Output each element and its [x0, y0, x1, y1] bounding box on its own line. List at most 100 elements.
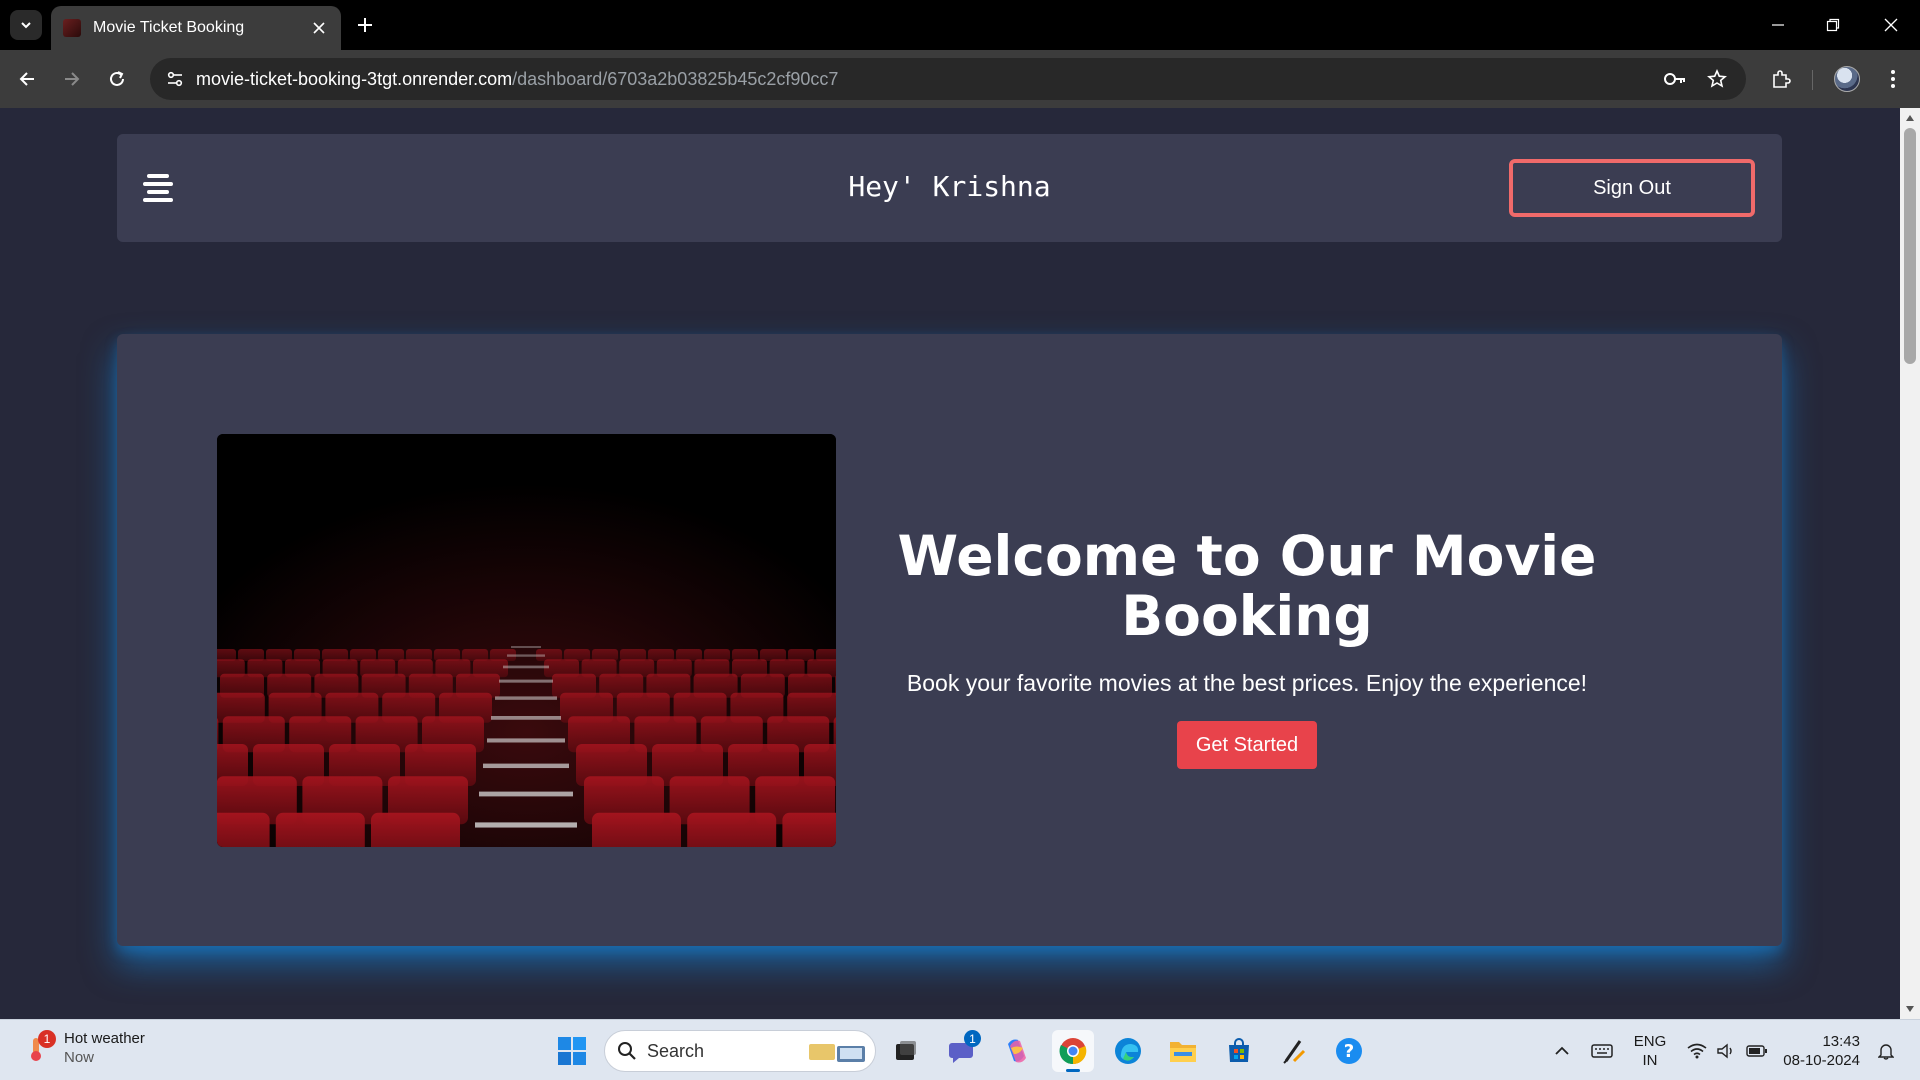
back-button[interactable]: [10, 62, 44, 96]
site-favicon-icon: [63, 19, 81, 37]
url-text: movie-ticket-booking-3tgt.onrender.com/d…: [196, 69, 838, 90]
seat-shape: [371, 812, 460, 847]
language-code: ENG: [1633, 1033, 1667, 1050]
task-view-button[interactable]: [885, 1030, 927, 1072]
weather-subtitle: Now: [64, 1049, 95, 1066]
help-icon: ?: [1336, 1038, 1362, 1064]
clock-date: 08-10-2024: [1783, 1052, 1860, 1069]
aisle-step-light: [507, 654, 545, 657]
wifi-icon: [1687, 1043, 1707, 1059]
scroll-thumb[interactable]: [1904, 128, 1916, 364]
seat-shape: [592, 812, 681, 847]
cinema-seats-image: [217, 434, 836, 847]
puzzle-icon: [1773, 70, 1791, 88]
scroll-up-button[interactable]: [1904, 112, 1916, 124]
aisle-step-light: [483, 763, 569, 769]
avatar: [1834, 66, 1860, 92]
extensions-button[interactable]: [1764, 62, 1798, 96]
profile-button[interactable]: [1830, 62, 1864, 96]
address-bar[interactable]: movie-ticket-booking-3tgt.onrender.com/d…: [150, 58, 1746, 100]
windows-taskbar: 1 Hot weather Now Search 1 ? ENG IN 13:4…: [0, 1019, 1920, 1080]
battery-button[interactable]: [1743, 1030, 1771, 1072]
chrome-icon: [1059, 1038, 1087, 1065]
folder-icon: [1170, 1042, 1196, 1062]
weather-title: Hot weather: [64, 1030, 145, 1047]
page-scrollbar[interactable]: [1900, 108, 1920, 1019]
aisle-step-light: [491, 716, 561, 720]
clock[interactable]: 13:43 08-10-2024: [1780, 1032, 1860, 1070]
new-tab-button[interactable]: [352, 12, 378, 38]
chevron-down-icon: [21, 22, 31, 29]
notifications-button[interactable]: [1872, 1030, 1900, 1072]
edge-icon: [1115, 1038, 1141, 1064]
wifi-button[interactable]: [1684, 1030, 1710, 1072]
bookmark-button[interactable]: [1700, 62, 1734, 96]
star-icon: [1707, 69, 1727, 88]
task-view-icon: [896, 1041, 916, 1060]
taskbar-search[interactable]: Search: [604, 1030, 876, 1072]
volume-button[interactable]: [1713, 1030, 1739, 1072]
aisle-step-light: [511, 646, 541, 648]
pen-app-button[interactable]: [1273, 1030, 1315, 1072]
site-info-button[interactable]: [158, 62, 192, 96]
tab-close-button[interactable]: [309, 18, 329, 38]
browser-tab-bar: Movie Ticket Booking: [0, 0, 1920, 50]
svg-text:?: ?: [1344, 1041, 1354, 1062]
store-button[interactable]: [1218, 1030, 1260, 1072]
forward-button[interactable]: [55, 62, 89, 96]
get-started-button[interactable]: Get Started: [1177, 721, 1317, 769]
key-icon: [1664, 73, 1685, 85]
pen-app-icon: [1283, 1040, 1306, 1064]
close-window-button[interactable]: [1871, 8, 1911, 42]
arrow-left-icon: [19, 72, 34, 86]
toolbar-divider: [1812, 70, 1813, 90]
aisle-step-light: [503, 665, 549, 669]
browser-tab-active[interactable]: Movie Ticket Booking: [51, 6, 341, 50]
sign-out-button[interactable]: Sign Out: [1509, 159, 1755, 217]
restore-button[interactable]: [1813, 8, 1853, 42]
file-explorer-button[interactable]: [1162, 1030, 1204, 1072]
browser-toolbar: movie-ticket-booking-3tgt.onrender.com/d…: [0, 50, 1920, 108]
search-icon: [618, 1042, 636, 1060]
app-navbar: Hey' Krishna Sign Out: [117, 134, 1782, 242]
tab-search-button[interactable]: [10, 10, 42, 40]
aisle-step-light: [487, 738, 565, 743]
seat-shape: [687, 812, 777, 847]
teams-button[interactable]: 1: [941, 1030, 983, 1072]
chevron-up-icon: [1555, 1046, 1569, 1055]
show-hidden-icons-button[interactable]: [1550, 1030, 1574, 1072]
reload-button[interactable]: [100, 62, 134, 96]
chrome-button[interactable]: [1052, 1030, 1094, 1072]
restore-icon: [1826, 18, 1840, 32]
hero-text-block: Welcome to Our Movie Booking Book your f…: [896, 526, 1598, 769]
battery-icon: [1746, 1045, 1767, 1057]
aisle-step-light: [495, 696, 557, 700]
triangle-up-icon: [1906, 115, 1914, 121]
seat-shape: [782, 812, 836, 847]
hero-title: Welcome to Our Movie Booking: [897, 524, 1597, 648]
tune-icon: [167, 71, 183, 87]
search-placeholder: Search: [647, 1040, 705, 1061]
url-path: /dashboard/6703a2b03825b45c2cf90cc7: [512, 68, 839, 89]
browser-menu-button[interactable]: [1876, 62, 1910, 96]
minimize-icon: [1772, 24, 1784, 26]
start-button[interactable]: [551, 1030, 593, 1072]
seat-shape: [217, 812, 270, 847]
aisle-step-light: [475, 822, 577, 828]
copilot-button[interactable]: [996, 1030, 1038, 1072]
store-icon: [1229, 1038, 1249, 1062]
close-icon: [1884, 18, 1898, 32]
help-button[interactable]: ?: [1328, 1030, 1370, 1072]
password-key-button[interactable]: [1658, 62, 1692, 96]
triangle-down-icon: [1906, 1006, 1914, 1012]
language-indicator[interactable]: ENG IN: [1630, 1032, 1670, 1070]
scroll-down-button[interactable]: [1904, 1003, 1916, 1015]
tab-title: Movie Ticket Booking: [93, 19, 245, 36]
keyboard-icon: [1591, 1044, 1613, 1058]
edge-button[interactable]: [1107, 1030, 1149, 1072]
thermometer-icon: 1: [26, 1030, 56, 1062]
windows-logo-icon: [558, 1037, 586, 1065]
keyboard-button[interactable]: [1588, 1030, 1616, 1072]
weather-widget[interactable]: 1 Hot weather Now: [26, 1030, 145, 1066]
minimize-button[interactable]: [1758, 8, 1798, 42]
